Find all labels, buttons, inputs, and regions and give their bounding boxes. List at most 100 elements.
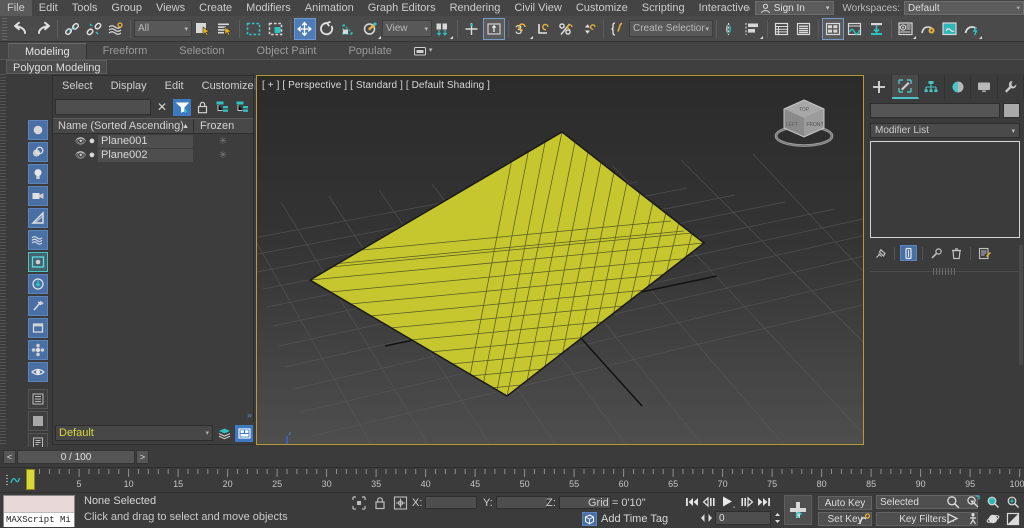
ribbon-tab-modeling[interactable]: Modeling	[8, 43, 87, 59]
material-editor-button[interactable]	[895, 18, 917, 40]
select-and-rotate-button[interactable]	[316, 18, 338, 40]
scene-explorer-button[interactable]	[822, 17, 844, 40]
toolbar-grip[interactable]	[2, 17, 7, 40]
scene-explorer-search-input[interactable]	[55, 99, 151, 115]
layer-list-button[interactable]	[215, 425, 233, 442]
menu-item-civil-view[interactable]: Civil View	[507, 0, 568, 16]
key-filter-icon[interactable]	[2, 470, 24, 490]
pin-stack-button[interactable]	[872, 245, 889, 261]
scene-explorer-menu-select[interactable]: Select	[53, 80, 102, 92]
sidebar-helpers-icon[interactable]	[28, 208, 48, 228]
redo-button[interactable]	[32, 18, 54, 40]
expand-all-icon[interactable]	[213, 99, 231, 116]
ribbon-minimize-button[interactable]: ▾	[408, 43, 439, 59]
menu-item-rendering[interactable]: Rendering	[443, 0, 508, 16]
next-frame-arrow[interactable]: >	[136, 450, 149, 464]
show-end-result-button[interactable]	[900, 245, 917, 261]
schematic-view-button[interactable]	[866, 18, 888, 40]
zoom-region-button[interactable]	[1003, 494, 1022, 510]
menu-item-customize[interactable]: Customize	[569, 0, 635, 16]
rollout-grip[interactable]	[933, 268, 957, 275]
sidebar-containers-icon[interactable]	[28, 252, 48, 272]
maximize-viewport-toggle-button[interactable]	[1003, 511, 1022, 527]
lock-selection-icon[interactable]	[374, 496, 386, 510]
y-field[interactable]	[495, 496, 548, 509]
zoom-extents-button[interactable]	[983, 494, 1002, 510]
sidebar-lights-icon[interactable]	[28, 164, 48, 184]
previous-frame-arrow[interactable]: <	[3, 450, 16, 464]
frame-spinner-icon[interactable]	[773, 512, 782, 524]
window-crossing-button[interactable]	[265, 18, 287, 40]
eye-icon[interactable]: 👁	[75, 150, 86, 161]
ribbon-subtab-polygon-modeling[interactable]: Polygon Modeling	[6, 60, 108, 74]
select-and-manipulate-button[interactable]	[461, 18, 483, 40]
modifier-list-combo[interactable]: Modifier List ▾	[870, 123, 1020, 138]
display-tab[interactable]	[971, 75, 998, 99]
named-selection-sets-combo[interactable]: Create Selection Se ▾	[629, 20, 713, 37]
next-frame-button[interactable]	[739, 494, 755, 509]
remove-modifier-button[interactable]	[948, 245, 965, 261]
workspaces-combo[interactable]: Default ▾	[904, 1, 1024, 15]
sidebar-space-warps-icon[interactable]	[28, 230, 48, 250]
previous-frame-button[interactable]	[701, 494, 717, 509]
ribbon-tab-freeform[interactable]: Freeform	[87, 43, 164, 59]
frozen-cell[interactable]: ✳	[193, 136, 253, 147]
sidebar-bones-icon[interactable]	[28, 318, 48, 338]
ribbon-tab-selection[interactable]: Selection	[163, 43, 240, 59]
go-to-start-button[interactable]	[684, 494, 700, 509]
lock-icon[interactable]	[193, 99, 211, 116]
mirror-button[interactable]	[720, 18, 742, 40]
menu-item-scripting[interactable]: Scripting	[635, 0, 692, 16]
track-bar[interactable]: 5 10 15 20 25 30 35 40 45 50 55 60 65 70 75 80 85 90…	[0, 467, 1024, 492]
go-to-end-button[interactable]	[756, 494, 772, 509]
set-key-button[interactable]	[784, 495, 812, 525]
undo-button[interactable]	[10, 18, 32, 40]
viewport[interactable]: [ + ] [ Perspective ] [ Standard ] [ Def…	[256, 75, 864, 445]
align-flyout-button[interactable]	[742, 18, 764, 40]
orbit-button[interactable]	[983, 511, 1002, 527]
ribbon-tab-object-paint[interactable]: Object Paint	[241, 43, 333, 59]
selection-lock-toggle-icon[interactable]	[352, 496, 366, 510]
render-production-button[interactable]	[961, 18, 983, 40]
bind-to-space-warp-button[interactable]	[105, 18, 127, 40]
layer-combo[interactable]: Default ▾	[55, 425, 213, 441]
clear-search-icon[interactable]: ✕	[153, 99, 171, 116]
layer-manager-button[interactable]	[235, 424, 253, 442]
reference-coordinate-system-combo[interactable]: View ▾	[382, 20, 432, 37]
add-time-tag[interactable]: Add Time Tag	[582, 512, 668, 526]
edit-named-selection-sets-button[interactable]	[607, 18, 629, 40]
object-name[interactable]: Plane002	[98, 148, 193, 162]
sidebar-visibility-icon[interactable]	[28, 362, 48, 382]
sidebar-xrefs-icon[interactable]	[28, 296, 48, 316]
ribbon-toggle-button[interactable]	[793, 18, 815, 40]
menu-item-create[interactable]: Create	[192, 0, 239, 16]
curve-editor-button[interactable]	[844, 18, 866, 40]
create-tab[interactable]	[866, 75, 893, 99]
scene-explorer-overflow-icon[interactable]: »	[247, 410, 252, 420]
zoom-all-button[interactable]	[963, 494, 982, 510]
column-header-name[interactable]: Name (Sorted Ascending) ▲	[53, 120, 193, 132]
menu-item-modifiers[interactable]: Modifiers	[239, 0, 298, 16]
object-color-swatch[interactable]	[1003, 103, 1020, 118]
time-slider-thumb[interactable]	[26, 469, 35, 490]
select-by-name-button[interactable]	[214, 18, 236, 40]
table-row[interactable]: 👁 ● Plane002 ✳	[53, 148, 253, 162]
sidebar-groups-icon[interactable]	[28, 274, 48, 294]
motion-tab[interactable]	[945, 75, 972, 99]
select-and-scale-button[interactable]	[338, 18, 360, 40]
menu-item-file[interactable]: File	[0, 0, 32, 16]
sidebar-cameras-icon[interactable]	[28, 186, 48, 206]
menu-item-tools[interactable]: Tools	[65, 0, 105, 16]
modify-tab[interactable]	[892, 75, 919, 99]
scene-explorer-menu-customize[interactable]: Customize	[193, 80, 263, 92]
menu-item-graph-editors[interactable]: Graph Editors	[361, 0, 443, 16]
spinner-snap-toggle-button[interactable]	[578, 18, 600, 40]
frozen-cell[interactable]: ✳	[193, 150, 253, 161]
menu-item-views[interactable]: Views	[149, 0, 192, 16]
configure-modifier-sets-button[interactable]	[976, 245, 993, 261]
use-center-flyout-button[interactable]	[432, 18, 454, 40]
select-and-move-button[interactable]	[294, 17, 316, 40]
auto-key-button[interactable]: Auto Key	[818, 496, 872, 510]
maxscript-mini-listener[interactable]: MAXScript Mi	[3, 495, 75, 527]
time-slider-handle[interactable]: 0 / 100	[17, 450, 135, 464]
